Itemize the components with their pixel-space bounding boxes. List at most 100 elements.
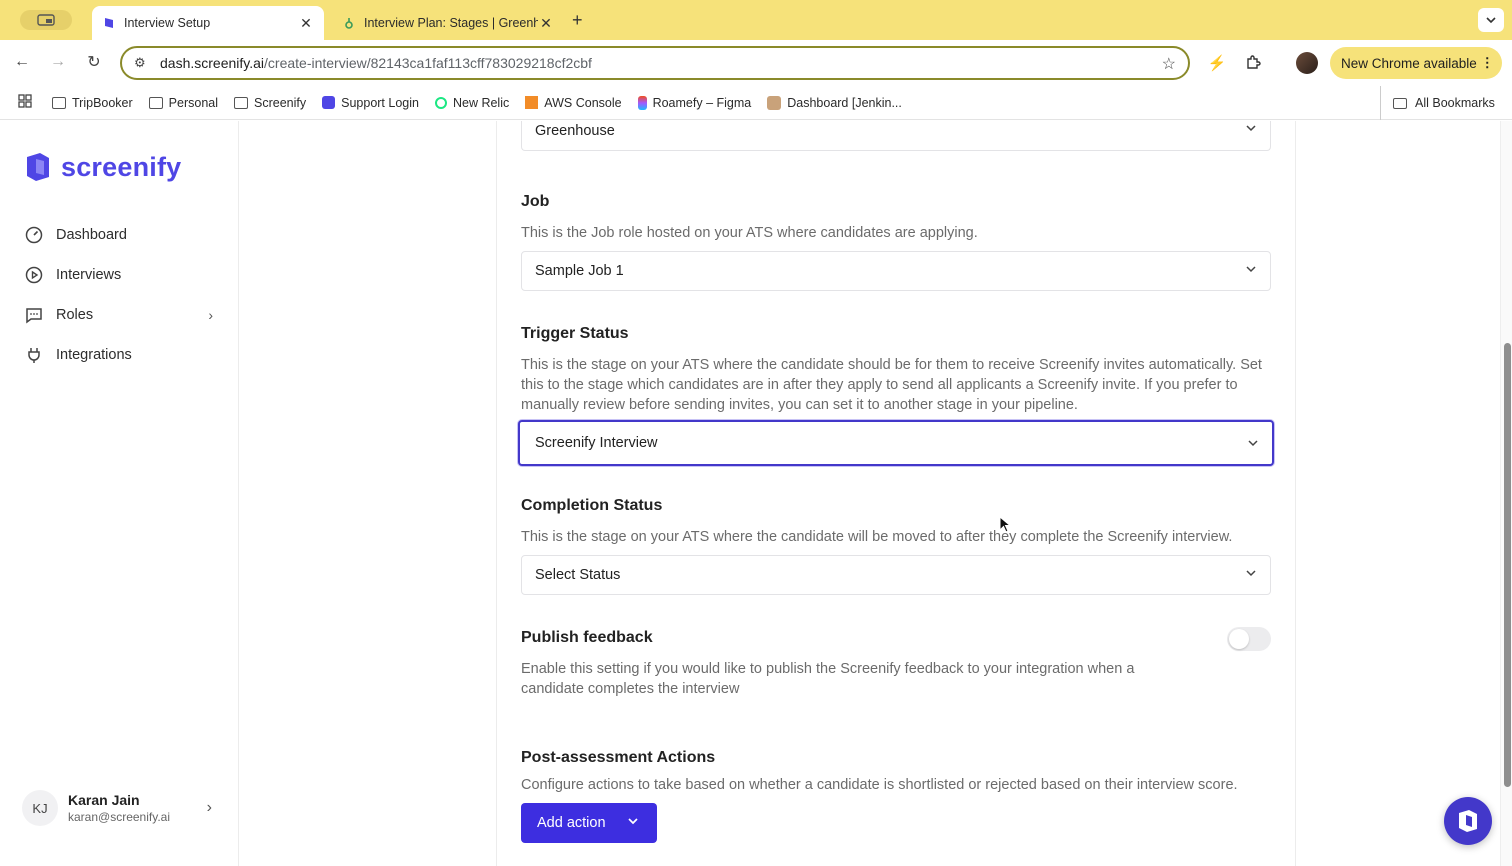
trigger-status-label: Trigger Status	[521, 325, 629, 342]
all-bookmarks-label: All Bookmarks	[1415, 96, 1495, 110]
chevron-down-icon	[1248, 440, 1258, 447]
folder-icon	[1393, 97, 1407, 109]
sidebar-item-label: Interviews	[56, 267, 122, 283]
brand-name: screenify	[61, 151, 182, 182]
url-host: dash.screenify.ai	[160, 55, 265, 71]
user-profile[interactable]: KJ Karan Jain karan@screenify.ai ›	[22, 788, 222, 828]
screenify-logo-icon	[1459, 810, 1477, 832]
app-sidebar: screenify Dashboard Interviews Roles › I…	[0, 121, 239, 866]
sidebar-item-label: Roles	[56, 307, 94, 323]
window-switcher-button[interactable]	[20, 10, 72, 30]
add-action-label: Add action	[537, 815, 606, 831]
folder-icon	[52, 96, 66, 109]
tab-close-icon[interactable]: ✕	[538, 15, 554, 32]
gauge-icon	[24, 225, 44, 245]
completion-status-select[interactable]: Select Status	[521, 555, 1271, 595]
completion-status-description: This is the stage on your ATS where the …	[521, 529, 1233, 545]
help-chat-button[interactable]	[1444, 797, 1492, 845]
profile-avatar[interactable]	[1296, 52, 1318, 74]
bookmark-star-icon[interactable]: ☆	[1162, 54, 1176, 74]
user-email: karan@screenify.ai	[68, 810, 170, 824]
main-content: Greenhouse Job This is the Job role host…	[240, 121, 1500, 866]
more-menu-icon[interactable]: ⋮	[1481, 55, 1495, 71]
ats-select[interactable]: Greenhouse	[521, 121, 1271, 151]
completion-status-label: Completion Status	[521, 497, 663, 514]
back-icon[interactable]: ←	[12, 52, 32, 72]
forward-icon[interactable]: →	[48, 52, 68, 72]
chevron-right-icon: ›	[206, 799, 212, 816]
new-relic-icon	[434, 96, 447, 109]
chevron-down-icon	[1486, 17, 1496, 24]
sidebar-item-interviews[interactable]: Interviews	[24, 260, 219, 290]
bookmark-item[interactable]: Screenify	[234, 96, 306, 110]
chevron-right-icon: ›	[208, 307, 213, 323]
sidebar-item-label: Dashboard	[56, 227, 127, 243]
apps-grid-icon[interactable]	[18, 94, 32, 111]
tab-interview-setup[interactable]: Interview Setup ✕	[92, 6, 324, 40]
trigger-status-value: Screenify Interview	[535, 435, 658, 451]
bookmark-label: TripBooker	[72, 95, 133, 110]
tab-search-button[interactable]	[1478, 8, 1504, 32]
chrome-update-label: New Chrome available	[1341, 55, 1477, 71]
job-description: This is the Job role hosted on your ATS …	[521, 225, 978, 241]
brand-logo[interactable]: screenify	[24, 151, 181, 183]
tab-interview-plan[interactable]: Interview Plan: Stages | Greenhouse ✕	[332, 6, 564, 40]
message-square-icon	[24, 305, 44, 325]
sidebar-item-dashboard[interactable]: Dashboard	[24, 220, 219, 250]
ats-select-value: Greenhouse	[535, 122, 615, 139]
figma-icon	[637, 95, 647, 110]
reload-icon[interactable]: ↻	[84, 52, 104, 72]
bookmark-label: New Relic	[452, 95, 510, 110]
bookmarks-bar: TripBooker Personal Screenify Support Lo…	[0, 86, 1512, 120]
bookmark-item[interactable]: Personal	[148, 96, 218, 110]
page-scrollbar[interactable]	[1500, 121, 1512, 866]
lightning-extension-icon[interactable]: ⚡	[1206, 52, 1228, 74]
bookmark-item[interactable]: AWS Console	[525, 95, 622, 110]
mouse-cursor-icon	[999, 516, 1011, 533]
bookmark-label: Roamefy – Figma	[652, 95, 752, 110]
site-settings-icon[interactable]: ⚙	[134, 55, 150, 71]
publish-feedback-label: Publish feedback	[521, 629, 653, 646]
chevron-down-icon	[628, 818, 638, 825]
new-tab-button[interactable]: +	[572, 10, 583, 31]
bookmark-label: AWS Console	[544, 95, 622, 110]
all-bookmarks-button[interactable]: All Bookmarks	[1380, 86, 1495, 120]
bookmark-item[interactable]: New Relic	[434, 95, 510, 110]
trigger-status-select[interactable]: Screenify Interview	[518, 420, 1274, 466]
bookmark-label: Screenify	[254, 95, 307, 110]
post-assessment-description: Configure actions to take based on wheth…	[521, 777, 1238, 793]
trigger-status-description: This is the stage on your ATS where the …	[521, 357, 1262, 413]
jenkins-icon	[767, 95, 782, 110]
chevron-down-icon	[1246, 570, 1256, 577]
browser-tab-bar: Interview Setup ✕ Interview Plan: Stages…	[0, 0, 1512, 40]
bookmark-item[interactable]: Roamefy – Figma	[637, 95, 752, 110]
chevron-down-icon	[1246, 266, 1256, 273]
tab-title: Interview Setup	[124, 16, 211, 30]
screenify-logo-icon	[322, 96, 336, 109]
bookmark-label: Dashboard [Jenkin...	[787, 95, 902, 110]
tab-close-icon[interactable]: ✕	[298, 15, 314, 32]
address-bar[interactable]: ⚙ dash.screenify.ai/create-interview/821…	[120, 46, 1190, 80]
extensions-puzzle-icon[interactable]	[1242, 52, 1264, 74]
scrollbar-thumb[interactable]	[1504, 343, 1511, 787]
url-path: /create-interview/82143ca1faf113cff78302…	[264, 55, 592, 71]
chrome-update-button[interactable]: New Chrome available ⋮	[1330, 47, 1502, 79]
sidebar-item-integrations[interactable]: Integrations	[24, 340, 219, 370]
job-select[interactable]: Sample Job 1	[521, 251, 1271, 291]
tab-title: Interview Plan: Stages | Greenhouse	[364, 16, 538, 30]
sidebar-item-roles[interactable]: Roles ›	[24, 300, 219, 330]
folder-icon	[234, 96, 249, 109]
plug-icon	[24, 345, 44, 365]
greenhouse-favicon-icon	[345, 18, 353, 29]
screenify-favicon-icon	[105, 18, 113, 28]
publish-feedback-toggle[interactable]	[1227, 627, 1271, 651]
bookmark-item[interactable]: Dashboard [Jenkin...	[767, 95, 902, 110]
screenify-logo-icon	[27, 153, 49, 181]
avatar: KJ	[22, 790, 58, 826]
aws-cube-icon	[525, 96, 539, 109]
chevron-down-icon	[1246, 125, 1256, 132]
post-assessment-label: Post-assessment Actions	[521, 749, 716, 766]
add-action-button[interactable]: Add action	[521, 803, 657, 843]
bookmark-item[interactable]: Support Login	[322, 96, 419, 110]
bookmark-item[interactable]: TripBooker	[52, 96, 133, 110]
